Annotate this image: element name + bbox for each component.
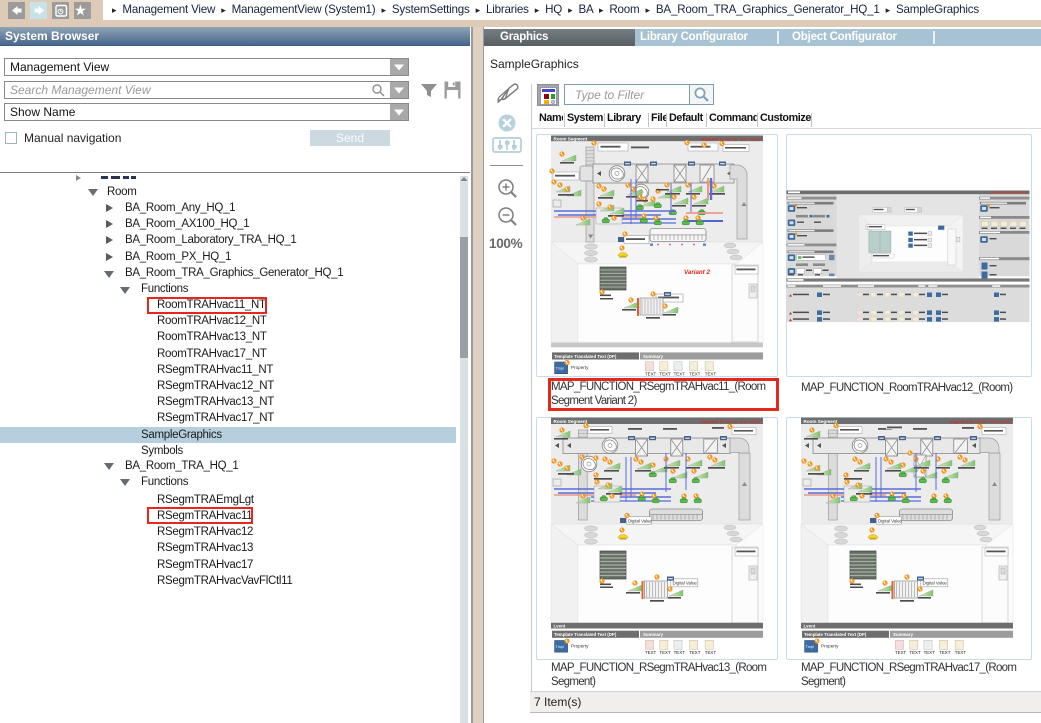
svg-text:Property: Property: [821, 644, 839, 649]
svg-text:Room Segment: Room Segment: [554, 419, 588, 424]
svg-text:Template Translated Text (DP): Template Translated Text (DP): [554, 632, 617, 637]
svg-text:TEXT: TEXT: [645, 372, 657, 377]
svg-text:TEXT: TEXT: [939, 650, 951, 655]
svg-text:Property: Property: [571, 365, 589, 370]
svg-text:Room Segment: Room Segment: [804, 419, 838, 424]
svg-text:TEXT: TEXT: [674, 372, 686, 377]
svg-text:Lvent: Lvent: [554, 623, 566, 628]
svg-text:Summary: Summary: [643, 632, 664, 637]
svg-text:Digital Value: Digital Value: [878, 518, 902, 523]
svg-text:Template Translated Text (DP): Template Translated Text (DP): [804, 632, 867, 637]
svg-text:TEXT: TEXT: [674, 650, 686, 655]
svg-text:Lvent: Lvent: [804, 623, 816, 628]
svg-text:TEXT: TEXT: [705, 650, 717, 655]
svg-text:TEXT: TEXT: [895, 650, 907, 655]
svg-text:Digital Value: Digital Value: [628, 518, 652, 523]
svg-text:Digital Value: Digital Value: [923, 581, 948, 586]
svg-text:segment is set to "not used": segment is set to "not used": [700, 136, 762, 141]
svg-text:TEXT: TEXT: [689, 650, 701, 655]
svg-text:Room Segment: Room Segment: [554, 136, 588, 141]
svg-text:Summary: Summary: [893, 632, 914, 637]
svg-text:TEXT: TEXT: [924, 650, 936, 655]
svg-text:Tmpl: Tmpl: [806, 645, 814, 649]
svg-text:Template Translated Text (DP): Template Translated Text (DP): [554, 354, 617, 359]
svg-text:TEXT: TEXT: [909, 650, 921, 655]
svg-text:Variant 2: Variant 2: [684, 269, 710, 276]
svg-text:TEXT: TEXT: [659, 372, 671, 377]
svg-text:segment is set to "not used": segment is set to "not used": [700, 419, 762, 424]
svg-text:Property: Property: [571, 644, 589, 649]
svg-text:TEXT: TEXT: [955, 650, 967, 655]
svg-text:TEXT: TEXT: [645, 650, 657, 655]
svg-text:TEXT: TEXT: [659, 650, 671, 655]
svg-text:TEXT: TEXT: [705, 372, 717, 377]
svg-text:Summary: Summary: [643, 354, 664, 359]
svg-text:Tmpl: Tmpl: [556, 367, 564, 371]
svg-text:Tmpl: Tmpl: [556, 645, 564, 649]
svg-text:segment is set to "not used": segment is set to "not used": [950, 419, 1012, 424]
svg-text:TEXT: TEXT: [689, 372, 701, 377]
svg-text:Digital Value: Digital Value: [673, 581, 698, 586]
